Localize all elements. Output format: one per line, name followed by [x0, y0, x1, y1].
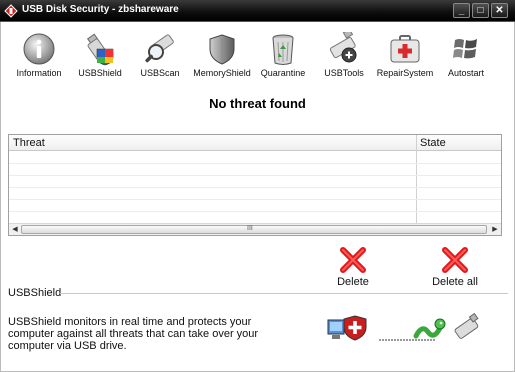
window-title: USB Disk Security - zbshareware — [22, 4, 179, 15]
table-row — [9, 175, 501, 176]
worm-virus-icon — [413, 318, 446, 339]
shield-cross-icon — [343, 315, 367, 341]
threat-table[interactable]: Threat State ◀ III ▶ — [8, 134, 502, 236]
group-divider — [60, 293, 508, 294]
delete-all-button[interactable]: Delete all — [430, 246, 480, 288]
usbshield-description: USBShield monitors in real time and prot… — [8, 316, 259, 352]
usb-scan-icon — [145, 34, 174, 63]
toolbar-usbscan-label: USBScan — [140, 68, 180, 78]
delete-button[interactable]: Delete — [333, 246, 373, 288]
toolbar-usbscan-button[interactable]: USBScan — [128, 32, 192, 78]
table-row — [9, 211, 501, 212]
app-logo-icon — [4, 4, 18, 18]
toolbar-quarantine-label: Quarantine — [260, 68, 306, 78]
toolbar-autostart-button[interactable]: Autostart — [434, 32, 498, 78]
usb-shield-icon — [86, 33, 114, 66]
table-header: Threat State — [9, 135, 501, 151]
table-row — [9, 187, 501, 188]
title-bar: USB Disk Security - zbshareware _ □ ✕ — [0, 0, 515, 22]
toolbar-memoryshield-button[interactable]: MemoryShield — [190, 32, 254, 78]
usbshield-illustration — [327, 312, 479, 341]
toolbar-usbtools-label: USBTools — [324, 68, 364, 78]
toolbar-usbshield-label: USBShield — [78, 68, 122, 78]
toolbar-information-label: Information — [16, 68, 62, 78]
delete-all-x-icon — [442, 247, 468, 273]
recycle-bin-icon — [272, 34, 294, 65]
toolbar-repairsystem-label: RepairSystem — [376, 68, 434, 78]
windows-flag-icon — [453, 39, 477, 59]
table-row — [9, 199, 501, 200]
column-header-threat[interactable]: Threat — [13, 137, 45, 149]
column-divider[interactable] — [416, 135, 417, 223]
delete-x-icon — [340, 247, 366, 273]
toolbar: Information USBShield USBScan MemoryShie… — [0, 32, 515, 82]
toolbar-usbshield-button[interactable]: USBShield — [68, 32, 132, 78]
usb-tools-icon — [329, 32, 357, 63]
delete-all-label: Delete all — [432, 276, 478, 288]
scrollbar-grip: III — [247, 225, 253, 232]
usb-drive-icon — [454, 312, 479, 339]
table-row — [9, 163, 501, 164]
column-header-state[interactable]: State — [420, 137, 446, 149]
first-aid-kit-icon — [390, 35, 420, 63]
scroll-right-icon[interactable]: ▶ — [490, 225, 500, 235]
toolbar-information-button[interactable]: Information — [7, 32, 71, 78]
toolbar-quarantine-button[interactable]: Quarantine — [251, 32, 315, 78]
scrollbar-thumb[interactable]: III — [21, 225, 487, 234]
horizontal-scrollbar[interactable]: ◀ III ▶ — [9, 223, 501, 235]
toolbar-usbtools-button[interactable]: USBTools — [312, 32, 376, 78]
scroll-left-icon[interactable]: ◀ — [10, 225, 20, 235]
scan-status-text: No threat found — [209, 96, 306, 111]
delete-label: Delete — [337, 276, 369, 288]
info-icon — [23, 33, 55, 65]
usbshield-group-title: USBShield — [8, 287, 62, 299]
close-button[interactable]: ✕ — [491, 3, 508, 18]
toolbar-autostart-label: Autostart — [447, 68, 485, 78]
toolbar-memoryshield-label: MemoryShield — [193, 68, 251, 78]
toolbar-repairsystem-button[interactable]: RepairSystem — [373, 32, 437, 78]
maximize-button[interactable]: □ — [472, 3, 489, 18]
minimize-button[interactable]: _ — [453, 3, 470, 18]
computer-icon — [327, 319, 345, 339]
memory-shield-icon — [209, 34, 235, 65]
